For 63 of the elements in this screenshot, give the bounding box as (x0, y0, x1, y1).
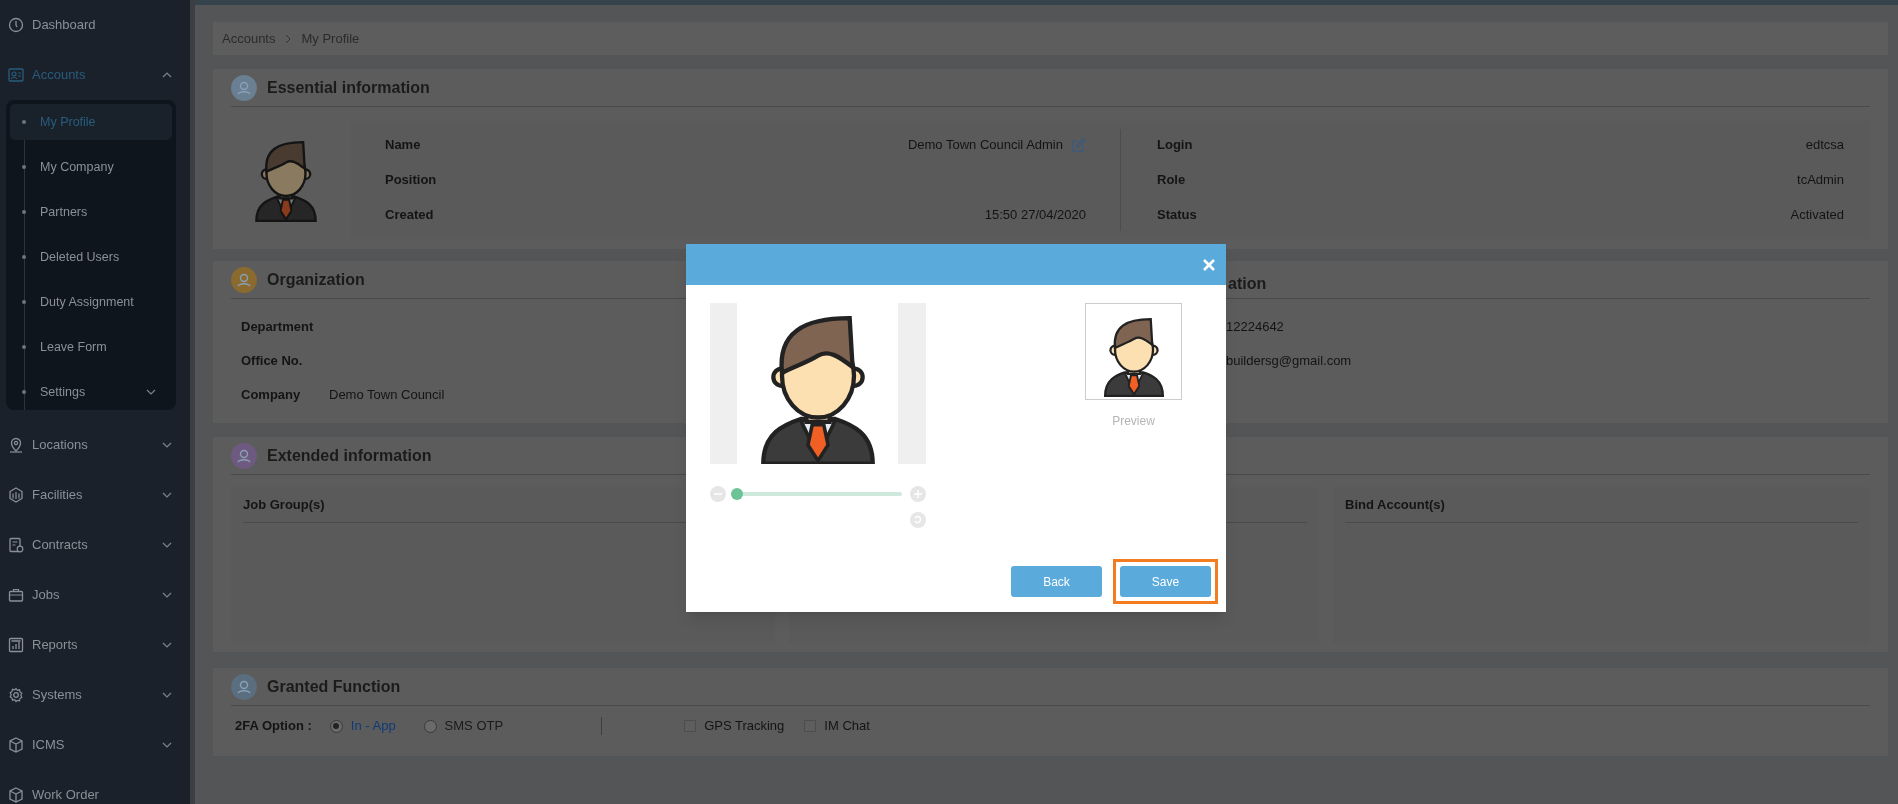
submenu-item[interactable]: Settings (10, 374, 172, 410)
radio-option[interactable]: SMS OTP (423, 716, 504, 736)
section-title: Granted Function (267, 676, 401, 697)
sidebar-item[interactable]: ICMS (0, 720, 190, 770)
sidebar-item[interactable]: Dashboard (0, 0, 190, 50)
field-label: Name (385, 136, 422, 155)
submenu-item[interactable]: Leave Form (10, 329, 172, 365)
field-value: Demo Town Council Admin (907, 136, 1063, 155)
field-value: 12224642 (1226, 318, 1285, 337)
field-value: 15:50 27/04/2020 (984, 206, 1086, 225)
gear-icon (8, 687, 24, 703)
section-title: Extended information (267, 445, 432, 466)
crop-area[interactable] (710, 303, 926, 464)
map-pin-icon (8, 437, 24, 453)
field-value: buildersg@gmail.com (1226, 352, 1352, 371)
field-label: Position (385, 171, 438, 190)
section-title: Organization (267, 269, 365, 290)
field-label: Created (385, 206, 435, 225)
radio-button[interactable] (329, 719, 343, 733)
sidebar-item[interactable]: Reports (0, 620, 190, 670)
field-label: Status (1157, 206, 1198, 225)
clock-icon (8, 17, 24, 33)
slider-thumb[interactable] (731, 488, 744, 500)
submenu-item[interactable]: Partners (10, 194, 172, 230)
section-title: ation (1228, 274, 1267, 294)
field-label: Office No. (241, 352, 304, 371)
sidebar-item[interactable]: Jobs (0, 570, 190, 620)
sidebar-item[interactable]: Work Order (0, 770, 190, 804)
zoom-out-icon[interactable] (710, 486, 726, 502)
field-label: Login (1157, 136, 1194, 155)
id-card-icon (8, 67, 24, 83)
zoom-in-icon[interactable] (910, 486, 926, 502)
sidebar-item[interactable]: Contracts (0, 520, 190, 570)
field-label: Role (1157, 171, 1187, 190)
field-value: edtcsa (1805, 136, 1844, 155)
bar-chart-icon (8, 637, 24, 653)
sidebar-item[interactable]: Facilities (0, 470, 190, 520)
checkbox-option[interactable]: GPS Tracking (684, 716, 785, 736)
panel-title: Bind Account(s) (1345, 495, 1445, 514)
field-value: tcAdmin (1797, 171, 1844, 190)
option-label: 2FA Option : (235, 717, 312, 736)
hexagon-icon (8, 487, 24, 503)
briefcase-icon (8, 587, 24, 603)
sidebar-item[interactable]: Systems (0, 670, 190, 720)
field-value: Activated (1790, 206, 1844, 225)
field-label: Company (241, 386, 302, 405)
panel-title: Job Group(s) (243, 495, 325, 514)
preview-label: Preview (1112, 413, 1155, 430)
field-value: Demo Town Council (329, 386, 445, 405)
document-icon (8, 537, 24, 553)
submenu-item[interactable]: Duty Assignment (10, 284, 172, 320)
user-icon (231, 74, 257, 101)
radio-button[interactable] (423, 719, 437, 733)
close-icon[interactable] (1202, 257, 1216, 272)
submenu-item[interactable]: My Company (10, 149, 172, 185)
field-label: Department (241, 318, 315, 337)
submenu-item[interactable]: Deleted Users (10, 239, 172, 275)
section-title: Essential information (267, 77, 430, 98)
sidebar-item[interactable]: Locations (0, 420, 190, 470)
chevron-right-icon (285, 33, 292, 44)
rotate-icon[interactable] (910, 512, 926, 528)
zoom-slider[interactable] (734, 488, 902, 500)
checkbox-option[interactable]: IM Chat (804, 716, 870, 736)
